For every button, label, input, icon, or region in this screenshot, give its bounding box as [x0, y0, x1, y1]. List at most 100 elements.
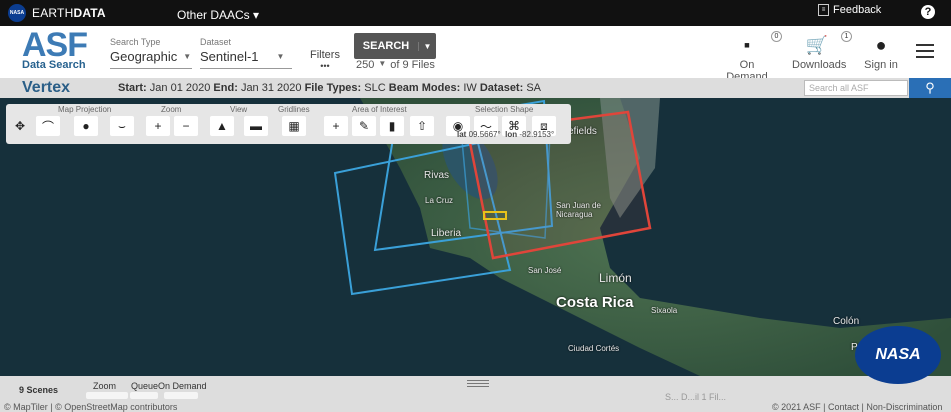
earthdata-suffix: DATA — [73, 6, 106, 20]
filetypes-value: SLC — [364, 82, 386, 94]
filters-label: Filters — [310, 49, 340, 61]
on-demand-icon: ▪ 0 — [722, 31, 782, 59]
place-label: Liberia — [431, 228, 462, 239]
on-demand-button-bottom[interactable] — [164, 392, 198, 399]
feedback-button[interactable]: ≡ Feedback — [818, 4, 881, 16]
caret-down-icon[interactable]: ▼ — [418, 41, 436, 51]
drag-handle-icon[interactable]: ✥ — [8, 116, 32, 136]
logo-main: ASF — [22, 26, 88, 64]
area-of-interest-label: Area of Interest — [352, 105, 407, 114]
zoom-button[interactable] — [86, 392, 128, 399]
dataset-value: Sentinel-1 — [200, 49, 259, 64]
nasa-mini-logo[interactable]: NASA — [8, 4, 26, 22]
end-label: End: — [213, 82, 238, 94]
chevron-down-icon: ▾ — [253, 8, 260, 22]
dataset-summary-label: Dataset: — [479, 82, 524, 94]
feedback-icon: ≡ — [818, 4, 829, 16]
help-icon[interactable]: ? — [921, 5, 935, 19]
help-text: ? — [924, 6, 932, 18]
search-asf-placeholder: Search all ASF — [809, 83, 869, 93]
cart-icon: 🛒 1 — [792, 31, 852, 59]
more-icon: ••• — [320, 61, 330, 71]
asf-logo[interactable]: ASF Data Search — [22, 28, 92, 71]
search-type-select[interactable]: Search Type Geographic ▼ — [110, 37, 192, 69]
upload-icon[interactable]: ⇧ — [410, 116, 434, 136]
footer-links[interactable]: © 2021 ASF | Contact | Non-Discriminatio… — [772, 402, 942, 412]
arctic-projection-icon[interactable]: ⌒ — [36, 116, 60, 136]
place-label: La Cruz — [425, 196, 454, 205]
result-count-value: 250 — [356, 59, 375, 71]
trash-icon[interactable]: ▮ — [380, 116, 404, 136]
filetypes-label: File Types: — [304, 82, 362, 94]
divider — [110, 68, 192, 69]
zoom-in-icon[interactable]: + — [146, 116, 170, 136]
selection-shape-label: Selection Shape — [475, 105, 534, 114]
search-info-bar: Vertex Start: Jan 01 2020 End: Jan 31 20… — [0, 78, 951, 98]
downloads-button[interactable]: 🛒 1 Downloads — [792, 31, 852, 71]
place-label: San Juan de Nicaragua — [556, 201, 601, 219]
result-count-select[interactable]: 250 ▼ of 9 Files — [356, 59, 435, 71]
map-projection-label: Map Projection — [58, 105, 112, 114]
start-label: Start: — [118, 82, 147, 94]
resize-handle-icon[interactable] — [467, 380, 489, 389]
queue-column-label: Queue — [131, 381, 159, 391]
lon-value: -82.9153° — [519, 130, 555, 139]
globe-icon[interactable]: ● — [74, 116, 98, 136]
draw-pencil-icon[interactable]: ✎ — [352, 116, 376, 136]
gridlines-icon[interactable]: ▦ — [282, 116, 306, 136]
search-asf-input[interactable]: Search all ASF — [804, 80, 908, 96]
cursor-coordinates: lat 09.5667° lon -82.9153° — [457, 130, 554, 139]
terrain-view-icon[interactable]: ▲ — [210, 116, 234, 136]
earthdata-link[interactable]: EARTHDATA — [32, 6, 106, 20]
on-demand-column-label: On Demand — [158, 381, 207, 391]
sign-in-button[interactable]: ● Sign in — [862, 35, 900, 71]
vertex-title: Vertex — [22, 79, 71, 96]
lat-label: lat — [457, 130, 467, 139]
place-label: Colón — [833, 316, 860, 327]
other-daacs-label: Other DAACs — [177, 8, 250, 22]
result-count-total: of 9 Files — [390, 59, 435, 71]
place-label: Sixaola — [651, 306, 678, 315]
app-header: ASF Data Search Search Type Geographic ▼ … — [0, 26, 951, 83]
nasa-logo: NASA — [855, 326, 941, 384]
start-value: Jan 01 2020 — [149, 82, 211, 94]
on-demand-button[interactable]: ▪ 0 On Demand — [722, 31, 782, 83]
end-value: Jan 31 2020 — [240, 82, 302, 94]
search-button-label: SEARCH — [362, 40, 410, 52]
logo-sub: Data Search — [22, 59, 86, 71]
beammodes-label: Beam Modes: — [388, 82, 461, 94]
search-icon[interactable]: ⚲ — [909, 78, 951, 98]
add-aoi-icon[interactable]: + — [324, 116, 348, 136]
view-label: View — [230, 105, 248, 114]
filters-button[interactable]: Filters ••• — [310, 49, 340, 71]
search-type-value: Geographic — [110, 49, 178, 64]
feedback-label: Feedback — [833, 4, 882, 16]
place-label: San José — [528, 266, 562, 275]
caret-down-icon: ▼ — [276, 52, 285, 61]
downloads-badge: 1 — [841, 31, 852, 42]
dataset-select[interactable]: Dataset Sentinel-1 ▼ — [200, 37, 292, 69]
other-daacs-menu[interactable]: Other DAACs ▾ — [177, 8, 259, 22]
top-bar: NASA EARTHDATA Other DAACs ▾ ≡ Feedback … — [0, 0, 951, 26]
scene-detail-title: S... D...il 1 Fil... — [665, 392, 727, 402]
scenes-count: 9 Scenes — [19, 385, 59, 395]
hamburger-menu-icon[interactable] — [916, 44, 934, 62]
antarctic-projection-icon[interactable]: ⌣ — [110, 116, 134, 136]
nasa-logo-text: NASA — [875, 346, 921, 363]
sign-in-label: Sign in — [864, 59, 898, 71]
zoom-out-icon[interactable]: − — [174, 116, 198, 136]
results-panel: 9 Scenes Zoom Queue On Demand S... D...i… — [0, 376, 951, 412]
gridlines-label: Gridlines — [278, 105, 310, 114]
street-view-icon[interactable]: ▬ — [244, 116, 268, 136]
caret-down-icon: ▼ — [183, 52, 192, 61]
divider — [200, 68, 292, 69]
place-label: Costa Rica — [556, 294, 634, 311]
dataset-summary-value: SA — [526, 82, 542, 94]
zoom-label: Zoom — [161, 105, 182, 114]
place-label: Rivas — [424, 170, 450, 181]
search-button[interactable]: SEARCH ▼ — [354, 33, 436, 59]
search-summary: Start: Jan 01 2020 End: Jan 31 2020 File… — [118, 82, 541, 94]
queue-button[interactable] — [130, 392, 158, 399]
dataset-label: Dataset — [200, 37, 232, 47]
place-label: efields — [568, 126, 597, 137]
